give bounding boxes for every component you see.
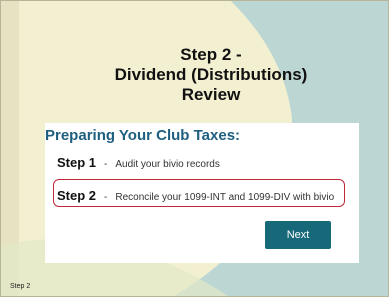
step-1-text: Audit your bivio records: [115, 159, 220, 170]
title-line-3: Review: [181, 85, 241, 104]
step-2-text: Reconcile your 1099-INT and 1099-DIV wit…: [115, 192, 335, 203]
card-heading: Preparing Your Club Taxes:: [45, 127, 241, 144]
step-1-row: Step 1 - Audit your bivio records: [57, 155, 220, 170]
slide-footer: Step 2: [10, 283, 31, 290]
steps-card: Preparing Your Club Taxes: Step 1 - Audi…: [45, 123, 359, 263]
step-1-label: Step 1: [57, 155, 97, 170]
title-line-1: Step 2 -: [180, 45, 242, 64]
title-line-2: Dividend (Distributions): [114, 65, 308, 84]
slide-title: Step 2 - Dividend (Distributions) Review: [41, 45, 381, 105]
step-2-dash: -: [104, 192, 108, 203]
next-button[interactable]: Next: [265, 221, 331, 249]
step-2-row: Step 2 - Reconcile your 1099-INT and 109…: [57, 188, 334, 203]
step-2-label: Step 2: [57, 188, 97, 203]
slide: Step 2 - Dividend (Distributions) Review…: [0, 0, 389, 297]
step-1-dash: -: [104, 159, 108, 170]
